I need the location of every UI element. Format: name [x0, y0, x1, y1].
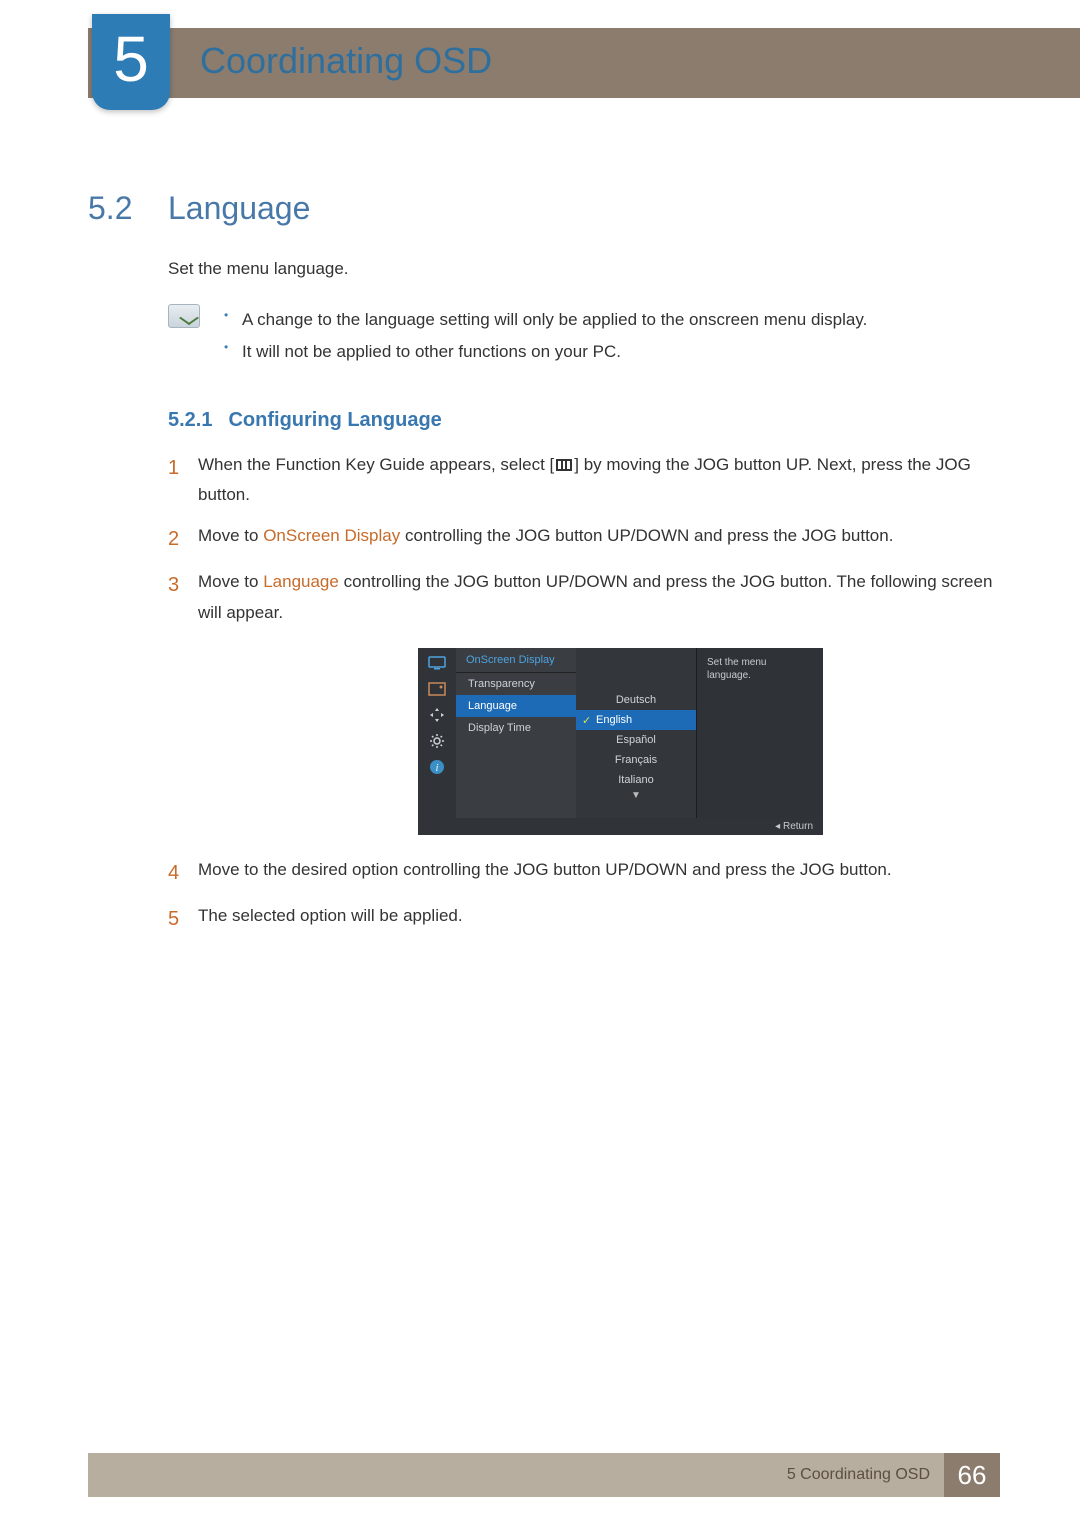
text-fragment: Move to: [198, 572, 263, 591]
step-number: 1: [168, 450, 198, 511]
arrows-icon: [426, 706, 448, 724]
step-text: Move to OnScreen Display controlling the…: [198, 521, 1000, 557]
osd-info-panel: Set the menu language.: [696, 648, 823, 818]
osd-menu-item-selected: Language: [456, 695, 576, 717]
subsection-title: Configuring Language: [228, 409, 441, 432]
chapter-title: Coordinating OSD: [200, 40, 492, 82]
highlight: OnScreen Display: [263, 526, 400, 545]
osd-menu-item: Transparency: [456, 673, 576, 695]
step-2: 2 Move to OnScreen Display controlling t…: [168, 521, 1000, 557]
osd-option: Français: [576, 750, 696, 770]
menu-icon: [556, 459, 572, 471]
picture-icon: [426, 680, 448, 698]
step-text: Move to the desired option controlling t…: [198, 855, 1000, 891]
osd-option: Deutsch: [576, 690, 696, 710]
svg-text:i: i: [436, 763, 439, 774]
osd-menu-header: OnScreen Display: [456, 648, 576, 673]
osd-menu: OnScreen Display Transparency Language D…: [456, 648, 576, 818]
note-icon: [168, 304, 200, 328]
osd-footer: ◂ Return: [418, 818, 823, 835]
step-text: When the Function Key Guide appears, sel…: [198, 450, 1000, 511]
osd-submenu: Deutsch English Español Français Italian…: [576, 648, 696, 818]
osd-menu-item: Display Time: [456, 717, 576, 739]
gear-icon: [426, 732, 448, 750]
monitor-icon: [426, 654, 448, 672]
osd-sidebar: i: [418, 648, 456, 818]
subsection-number: 5.2.1: [168, 409, 212, 432]
text-fragment: When the Function Key Guide appears, sel…: [198, 455, 554, 474]
osd-option: Español: [576, 730, 696, 750]
step-text: Move to Language controlling the JOG but…: [198, 567, 1000, 628]
page-content: 5.2 Language Set the menu language. A ch…: [88, 190, 1000, 947]
step-4: 4 Move to the desired option controlling…: [168, 855, 1000, 891]
footer-label: 5 Coordinating OSD: [787, 1466, 930, 1484]
step-text: The selected option will be applied.: [198, 901, 1000, 937]
step-number: 2: [168, 521, 198, 557]
page-footer: 5 Coordinating OSD 66: [88, 1453, 1000, 1497]
info-icon: i: [426, 758, 448, 776]
osd-return-label: Return: [783, 821, 813, 832]
note-item: A change to the language setting will on…: [224, 304, 867, 336]
step-1: 1 When the Function Key Guide appears, s…: [168, 450, 1000, 511]
osd-screenshot: i OnScreen Display Transparency Language…: [418, 648, 823, 835]
step-number: 3: [168, 567, 198, 628]
step-number: 4: [168, 855, 198, 891]
section-heading: 5.2 Language: [88, 190, 1000, 227]
step-3: 3 Move to Language controlling the JOG b…: [168, 567, 1000, 628]
highlight: Language: [263, 572, 339, 591]
osd-option: Italiano: [576, 770, 696, 790]
section-title: Language: [168, 190, 310, 227]
return-arrow-icon: ◂: [775, 821, 783, 832]
step-number: 5: [168, 901, 198, 937]
subsection-heading: 5.2.1 Configuring Language: [168, 409, 1000, 432]
section-intro: Set the menu language.: [168, 255, 1000, 282]
section-number: 5.2: [88, 190, 168, 227]
note-item: It will not be applied to other function…: [224, 336, 867, 368]
note-block: A change to the language setting will on…: [168, 304, 1000, 369]
chevron-down-icon: ▼: [576, 790, 696, 801]
chapter-badge: 5: [92, 14, 170, 110]
step-5: 5 The selected option will be applied.: [168, 901, 1000, 937]
page-number: 66: [944, 1453, 1000, 1497]
text-fragment: controlling the JOG button UP/DOWN and p…: [400, 526, 893, 545]
text-fragment: Move to: [198, 526, 263, 545]
osd-option-active: English: [576, 710, 696, 730]
